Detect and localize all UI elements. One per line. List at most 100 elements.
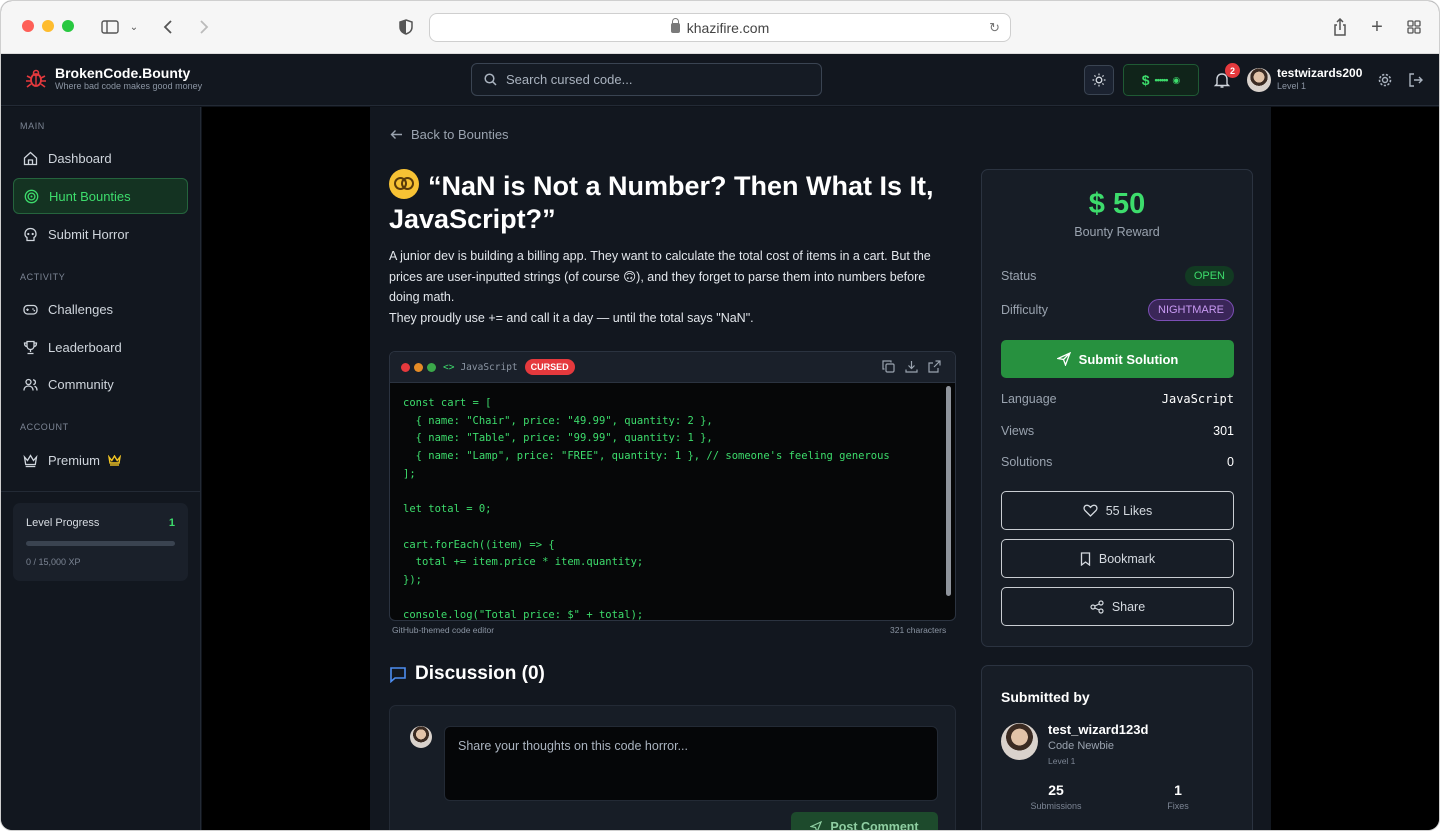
discussion-title: Discussion (0) (415, 663, 545, 684)
editor-tools (882, 360, 941, 373)
sidebar-item-premium[interactable]: Premium (13, 442, 188, 478)
close-window-button[interactable] (22, 20, 34, 32)
reload-icon[interactable]: ↻ (989, 20, 1000, 36)
description-paragraph-2: They proudly use += and call it a day — … (389, 310, 754, 325)
sidebar-item-label: Community (48, 376, 114, 392)
bookmark-icon (1080, 551, 1091, 566)
section-title-main: MAIN (20, 121, 45, 131)
solutions-label: Solutions (1001, 455, 1053, 469)
app-header: BrokenCode.Bounty Where bad code makes g… (1, 54, 1439, 106)
reward-label: Bounty Reward (1074, 225, 1160, 239)
download-icon[interactable] (905, 360, 918, 373)
back-arrow-icon[interactable] (159, 15, 177, 39)
likes-label: 55 Likes (1105, 503, 1153, 518)
minimize-window-button[interactable] (42, 20, 54, 32)
status-row: Status OPEN (1001, 266, 1234, 286)
send-icon (810, 821, 823, 830)
bounty-description: A junior dev is building a billing app. … (389, 246, 959, 328)
language-row: Language JavaScript (1001, 392, 1234, 406)
back-to-bounties-link[interactable]: Back to Bounties (390, 127, 509, 142)
tab-overview-icon[interactable] (1405, 15, 1423, 39)
gamepad-icon (23, 304, 38, 315)
sidebar-item-label: Premium (48, 452, 101, 468)
sidebar-item-leaderboard[interactable]: Leaderboard (13, 329, 188, 365)
submitter-name[interactable]: test_wizard123d (1048, 722, 1148, 737)
chevron-down-icon[interactable]: ⌄ (127, 15, 141, 39)
comment-textarea[interactable]: Share your thoughts on this code horror.… (444, 726, 938, 801)
reward-summary: $ 50 Bounty Reward (982, 170, 1252, 239)
submit-solution-button[interactable]: Submit Solution (1001, 340, 1234, 378)
theme-toggle-button[interactable] (1084, 65, 1114, 95)
external-link-icon[interactable] (928, 360, 941, 373)
target-icon (24, 189, 39, 203)
submitter-avatar[interactable] (1001, 723, 1038, 760)
language-value: JavaScript (1161, 392, 1234, 406)
bookmark-button[interactable]: Bookmark (1001, 539, 1234, 578)
browser-window: ⌄ khazifire.com ↻ + BrokenCode.Bounty Wh… (0, 0, 1440, 831)
difficulty-badge: NIGHTMARE (1148, 299, 1234, 321)
submitter-card: Submitted by test_wizard123d Code Newbie… (981, 665, 1253, 830)
level-progress-title: Level Progress (26, 517, 100, 529)
sidebar-item-submit-horror[interactable]: Submit Horror (13, 216, 188, 252)
user-menu[interactable]: testwizards200 Level 1 (1277, 66, 1362, 92)
post-comment-button[interactable]: Post Comment (791, 812, 938, 831)
shield-icon[interactable] (397, 15, 415, 39)
sidebar-item-dashboard[interactable]: Dashboard (13, 140, 188, 176)
address-bar[interactable]: khazifire.com ↻ (429, 13, 1011, 42)
sidebar-item-hunt-bounties[interactable]: Hunt Bounties (13, 178, 188, 214)
code-editor[interactable]: <> JavaScript CURSED const cart = [ { na… (389, 351, 956, 621)
dizzy-face-emoji-icon (389, 169, 419, 199)
xp-progress-bar (26, 541, 175, 546)
difficulty-row: Difficulty NIGHTMARE (1001, 299, 1234, 321)
sidebar-item-label: Leaderboard (48, 339, 122, 355)
premium-crown-icon (108, 454, 122, 466)
commenter-avatar (410, 726, 432, 748)
sidebar-item-label: Submit Horror (48, 226, 129, 242)
gear-icon[interactable] (1376, 71, 1394, 89)
user-level: Level 1 (1277, 81, 1307, 91)
fixes-label: Fixes (1167, 801, 1189, 811)
share-icon (1090, 599, 1104, 614)
sidebar-divider (1, 491, 201, 492)
bookmark-label: Bookmark (1098, 551, 1156, 566)
fixes-stat: 1 Fixes (1128, 782, 1228, 811)
submitted-by-title: Submitted by (1001, 689, 1090, 705)
sidebar-item-challenges[interactable]: Challenges (13, 291, 188, 327)
sidebar: MAIN Dashboard Hunt Bounties Submit Horr… (1, 107, 201, 830)
arrow-left-icon (390, 130, 402, 139)
solutions-value: 0 (1227, 455, 1234, 469)
new-tab-icon[interactable]: + (1368, 15, 1386, 39)
copy-icon[interactable] (882, 360, 895, 373)
maximize-window-button[interactable] (62, 20, 74, 32)
logout-icon[interactable] (1407, 71, 1425, 89)
code-content[interactable]: const cart = [ { name: "Chair", price: "… (403, 395, 890, 620)
bounty-content: Back to Bounties “NaN is Not a Number? T… (370, 107, 1271, 831)
submitter-rank: Code Newbie (1048, 740, 1115, 752)
section-title-activity: ACTIVITY (20, 272, 66, 282)
search-input[interactable]: Search cursed code... (471, 63, 822, 96)
share-page-icon[interactable] (1331, 15, 1349, 39)
section-title-account: ACCOUNT (20, 422, 69, 432)
solutions-row: Solutions 0 (1001, 455, 1234, 469)
level-progress-value: 1 (168, 517, 175, 529)
forward-arrow-icon[interactable] (195, 15, 213, 39)
code-scrollbar[interactable] (946, 386, 951, 596)
editor-footer-label: GitHub-themed code editor (392, 625, 495, 635)
post-comment-label: Post Comment (830, 820, 919, 831)
user-avatar[interactable] (1247, 68, 1271, 92)
crown-icon (23, 453, 38, 467)
users-icon (23, 378, 38, 391)
back-label: Back to Bounties (411, 127, 509, 142)
sidebar-item-community[interactable]: Community (13, 366, 188, 402)
wallet-balance-button[interactable]: $ •••••• ◉ (1123, 64, 1199, 96)
chat-bubble-icon (390, 666, 406, 683)
brand[interactable]: BrokenCode.Bounty Where bad code makes g… (25, 66, 202, 92)
views-value: 301 (1213, 424, 1234, 438)
sidebar-item-label: Dashboard (48, 150, 112, 166)
like-button[interactable]: 55 Likes (1001, 491, 1234, 530)
submit-solution-label: Submit Solution (1078, 351, 1179, 367)
search-icon (484, 73, 497, 86)
share-button[interactable]: Share (1001, 587, 1234, 626)
username: testwizards200 (1277, 66, 1363, 80)
sidebar-toggle-icon[interactable] (99, 15, 121, 39)
